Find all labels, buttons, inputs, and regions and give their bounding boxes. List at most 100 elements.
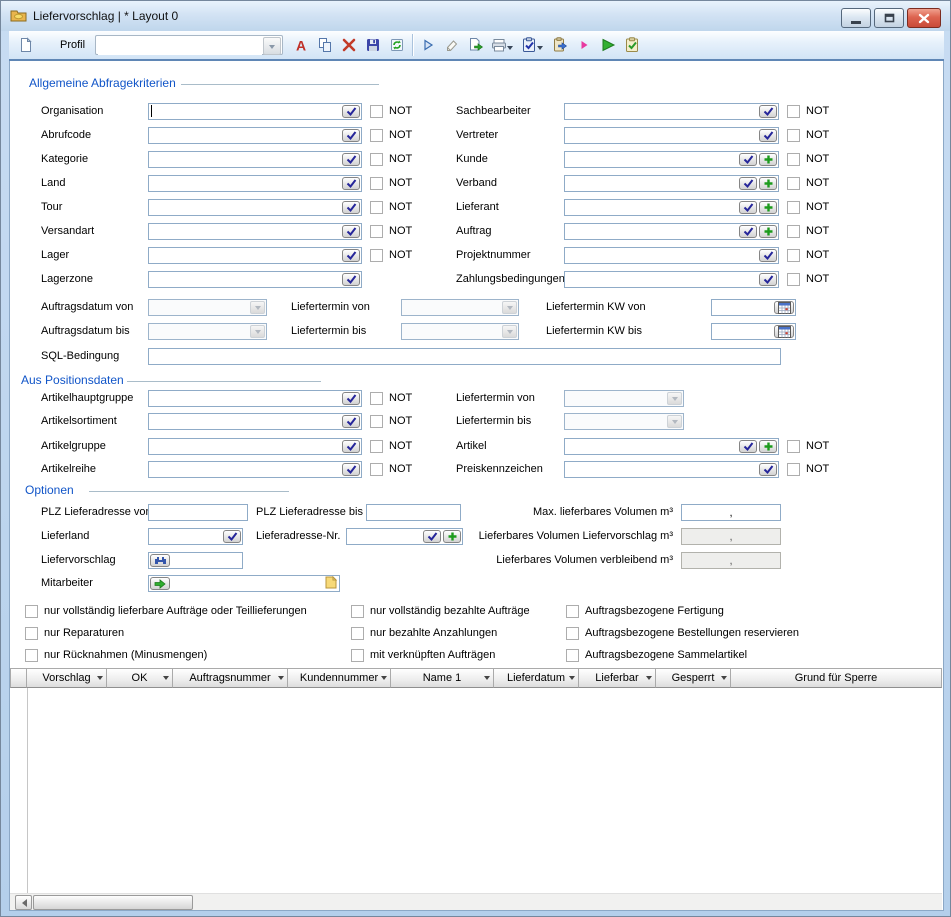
select-check-button[interactable] — [759, 249, 777, 262]
search-button[interactable] — [150, 554, 170, 567]
column-header-gesperrt[interactable]: Gesperrt — [656, 668, 731, 688]
add-button[interactable] — [759, 440, 777, 453]
confirm-button[interactable] — [620, 33, 644, 57]
select-check-button[interactable] — [739, 225, 757, 238]
liefertermin-bis-combo[interactable] — [401, 323, 519, 340]
column-header-auftragsnummer[interactable]: Auftragsnummer — [173, 668, 288, 688]
liefertermin-von-combo[interactable] — [401, 299, 519, 316]
kategorie-input[interactable] — [148, 151, 362, 168]
artikelreihe-not-checkbox[interactable] — [370, 463, 383, 476]
select-check-button[interactable] — [759, 105, 777, 118]
preiskennzeichen-input[interactable] — [564, 461, 779, 478]
sachbearbeiter-not-checkbox[interactable] — [787, 105, 800, 118]
kategorie-not-checkbox[interactable] — [370, 153, 383, 166]
organisation-not-checkbox[interactable] — [370, 105, 383, 118]
nur-reparaturen-checkbox[interactable] — [25, 627, 38, 640]
nur-bezahlte-anzahlungen-checkbox[interactable] — [351, 627, 364, 640]
select-check-button[interactable] — [342, 177, 360, 190]
select-check-button[interactable] — [739, 153, 757, 166]
clear-button[interactable] — [440, 33, 464, 57]
artikelsortiment-not-checkbox[interactable] — [370, 415, 383, 428]
select-check-button[interactable] — [759, 463, 777, 476]
organisation-input[interactable] — [148, 103, 362, 120]
select-check-button[interactable] — [342, 129, 360, 142]
run-step-button[interactable] — [416, 33, 440, 57]
tour-input[interactable] — [148, 199, 362, 216]
select-check-button[interactable] — [342, 392, 360, 405]
verband-not-checkbox[interactable] — [787, 177, 800, 190]
delete-button[interactable] — [337, 33, 361, 57]
vertreter-not-checkbox[interactable] — [787, 129, 800, 142]
artikelgruppe-not-checkbox[interactable] — [370, 440, 383, 453]
select-check-button[interactable] — [342, 273, 360, 286]
column-header-lieferbar[interactable]: Lieferbar — [579, 668, 656, 688]
pos-liefertermin-bis-combo[interactable] — [564, 413, 684, 430]
projektnummer-input[interactable] — [564, 247, 779, 264]
abrufcode-input[interactable] — [148, 127, 362, 144]
calendar-button[interactable] — [774, 325, 794, 338]
copy-button[interactable] — [313, 33, 337, 57]
column-header-lieferdatum[interactable]: Lieferdatum — [494, 668, 579, 688]
select-check-button[interactable] — [739, 440, 757, 453]
vertreter-input[interactable] — [564, 127, 779, 144]
land-not-checkbox[interactable] — [370, 177, 383, 190]
calendar-button[interactable] — [774, 301, 794, 314]
lager-not-checkbox[interactable] — [370, 249, 383, 262]
add-button[interactable] — [759, 177, 777, 190]
sachbearbeiter-input[interactable] — [564, 103, 779, 120]
add-button[interactable] — [759, 153, 777, 166]
max-volumen-input[interactable] — [681, 504, 781, 521]
run-all-button[interactable] — [596, 33, 620, 57]
profil-input[interactable] — [98, 37, 262, 55]
select-check-button[interactable] — [342, 153, 360, 166]
versandart-input[interactable] — [148, 223, 362, 240]
titlebar[interactable]: Liefervorschlag | * Layout 0 — [1, 1, 950, 31]
profil-combobox[interactable] — [95, 35, 283, 55]
nur-ruecknahmen-checkbox[interactable] — [25, 649, 38, 662]
horizontal-scrollbar[interactable] — [10, 893, 942, 910]
auftragsbezogene-bestellungen-checkbox[interactable] — [566, 627, 579, 640]
artikelhauptgruppe-input[interactable] — [148, 390, 362, 407]
folder-icon[interactable] — [323, 576, 337, 592]
minimize-button[interactable] — [841, 8, 871, 28]
export-button[interactable] — [464, 33, 488, 57]
batch-check-button[interactable] — [518, 33, 548, 57]
profil-dropdown-button[interactable] — [263, 37, 281, 55]
font-color-button[interactable]: A — [289, 33, 313, 57]
refresh-button[interactable] — [385, 33, 409, 57]
auftragsbezogene-sammelartikel-checkbox[interactable] — [566, 649, 579, 662]
column-menu-arrow[interactable] — [381, 676, 387, 683]
mit-verknuepften-auftraegen-checkbox[interactable] — [351, 649, 364, 662]
artikelsortiment-input[interactable] — [148, 413, 362, 430]
artikelreihe-input[interactable] — [148, 461, 362, 478]
column-menu-arrow[interactable] — [97, 676, 103, 683]
row-selector-header[interactable] — [10, 668, 27, 688]
column-header-name1[interactable]: Name 1 — [391, 668, 494, 688]
column-header-ok[interactable]: OK — [107, 668, 173, 688]
column-menu-arrow[interactable] — [484, 676, 490, 683]
save-button[interactable] — [361, 33, 385, 57]
abrufcode-not-checkbox[interactable] — [370, 129, 383, 142]
column-header-vorschlag[interactable]: Vorschlag — [27, 668, 107, 688]
versandart-not-checkbox[interactable] — [370, 225, 383, 238]
auftragsdatum-von-combo[interactable] — [148, 299, 267, 316]
select-check-button[interactable] — [759, 273, 777, 286]
select-check-button[interactable] — [759, 129, 777, 142]
select-check-button[interactable] — [342, 249, 360, 262]
select-check-button[interactable] — [223, 530, 241, 543]
select-check-button[interactable] — [342, 415, 360, 428]
auftrag-not-checkbox[interactable] — [787, 225, 800, 238]
select-check-button[interactable] — [739, 177, 757, 190]
column-menu-arrow[interactable] — [646, 676, 652, 683]
close-button[interactable] — [907, 8, 941, 28]
nur-lieferbare-checkbox[interactable] — [25, 605, 38, 618]
zahlungsbedingungen-not-checkbox[interactable] — [787, 273, 800, 286]
sql-bedingung-input[interactable] — [148, 348, 781, 365]
scroll-left-button[interactable] — [15, 895, 32, 910]
tour-not-checkbox[interactable] — [370, 201, 383, 214]
column-menu-arrow[interactable] — [569, 676, 575, 683]
restore-button[interactable] — [874, 8, 904, 28]
run-single-button[interactable] — [572, 33, 596, 57]
column-header-kundennummer[interactable]: Kundennummer — [288, 668, 391, 688]
scrollbar-thumb[interactable] — [33, 895, 193, 910]
